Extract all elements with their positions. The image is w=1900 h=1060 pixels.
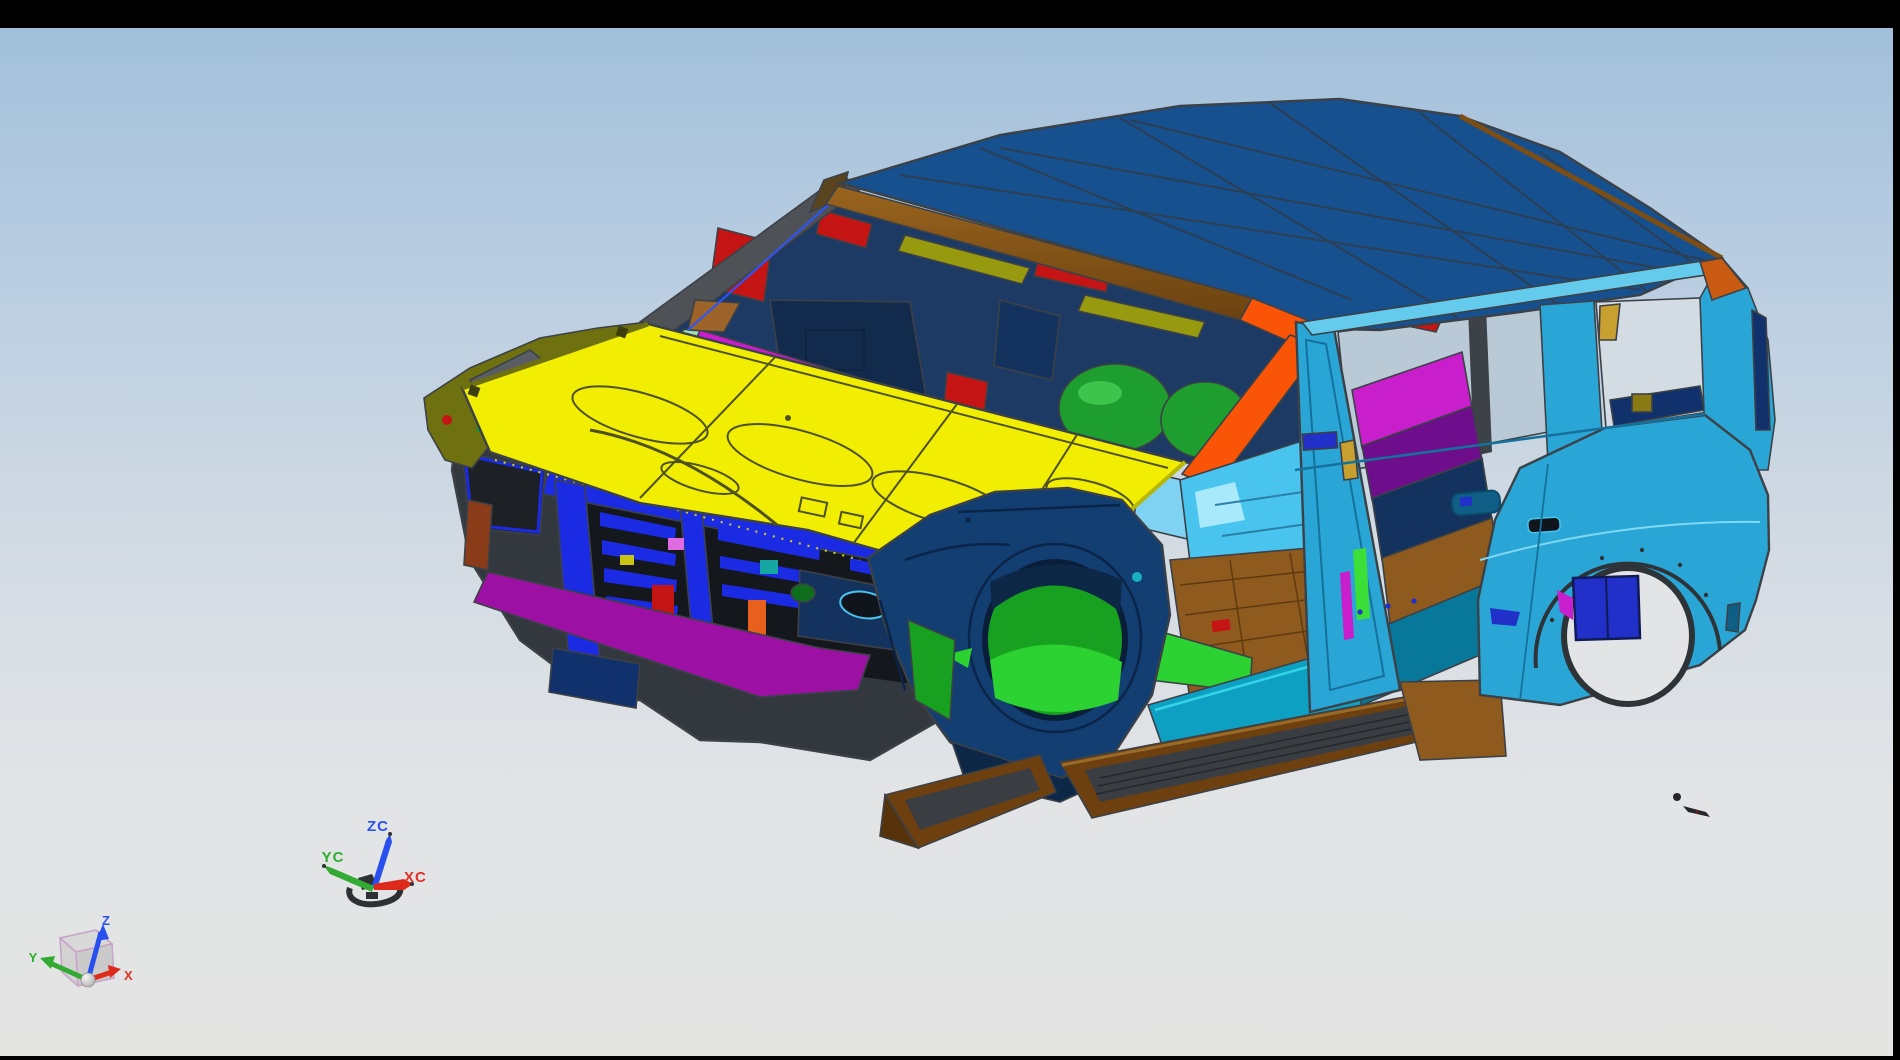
abs-x-label: X: [124, 968, 133, 983]
seat-highlight: [1078, 381, 1122, 405]
clip-green-knob: [791, 584, 815, 602]
fender-teal-hole: [1132, 572, 1142, 582]
wcs-origin-knob[interactable]: [366, 892, 378, 899]
abs-y-label: Y: [29, 950, 38, 965]
clip-teal-part: [760, 560, 778, 574]
door-handle-recess[interactable]: [1451, 490, 1501, 516]
clip-yellow-part: [620, 555, 634, 565]
b-pillar-blue-part: [1302, 432, 1337, 450]
wcs-z-label: ZC: [367, 818, 389, 835]
cad-graphics-window[interactable]: ZC YC XC Z Y X: [0, 0, 1900, 1060]
abs-origin-sphere: [81, 973, 95, 987]
right-chrome-strip: [1893, 0, 1900, 1060]
rear-bracket-tab: [1726, 603, 1740, 632]
b-pillar-striker-bracket: [1340, 440, 1358, 480]
top-chrome-bar: [0, 0, 1900, 28]
window-olive-box: [1632, 394, 1652, 412]
bottom-chrome-strip: [0, 1056, 1900, 1060]
abs-z-label: Z: [102, 913, 110, 928]
front-floor-pan-visible[interactable]: [990, 644, 1122, 712]
wcs-x-label: XC: [404, 869, 427, 886]
fuel-filler-recess[interactable]: [1528, 517, 1561, 533]
window-tan-bracket: [1599, 304, 1620, 340]
hood-screw: [785, 415, 791, 421]
tip-red-dot: [442, 415, 452, 425]
clip-pink-part: [668, 538, 684, 550]
handle-blue-glint: [1460, 496, 1473, 506]
clip-rust-part: [464, 500, 492, 570]
fender-screw: [966, 518, 971, 523]
wcs-y-label: YC: [322, 849, 345, 866]
